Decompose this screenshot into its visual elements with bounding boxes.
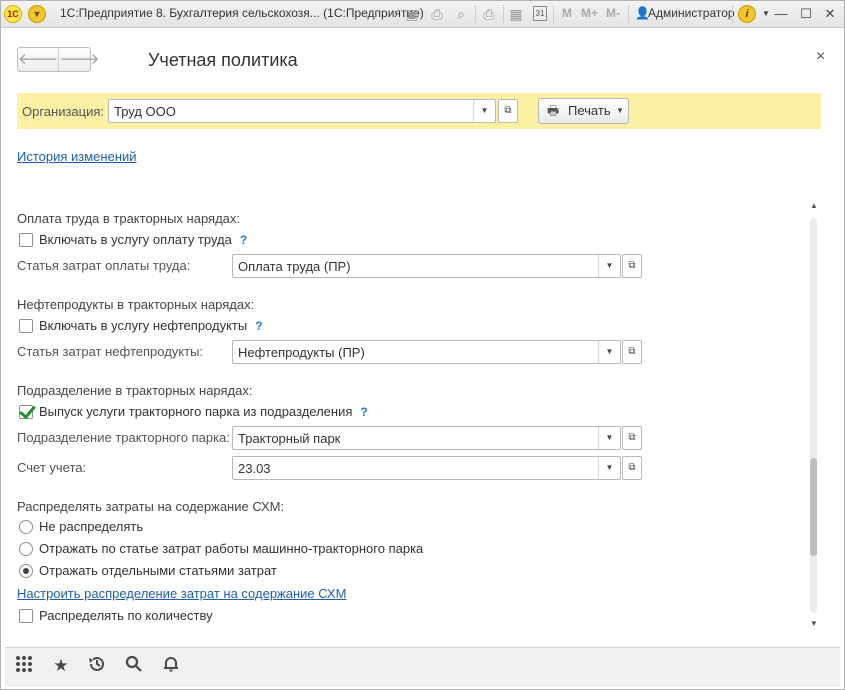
history-icon[interactable]: [86, 655, 108, 677]
toolbar-separator: [628, 5, 629, 23]
radio-separate-cost-items[interactable]: [19, 564, 33, 578]
labor-cost-field[interactable]: Оплата труда (ПР) ▼: [232, 254, 621, 278]
1c-logo-icon: 1С: [4, 5, 22, 23]
open-labor-cost-icon[interactable]: ⧉: [622, 254, 642, 278]
toolbar-separator: [732, 5, 733, 23]
radio-machine-park-cost-label[interactable]: Отражать по статье затрат работы машинно…: [39, 541, 423, 556]
maximize-icon[interactable]: ☐: [797, 5, 815, 23]
account-field[interactable]: 23.03 ▼: [232, 456, 621, 480]
dropdown-arrow-icon[interactable]: ▼: [473, 100, 495, 122]
close-form-icon[interactable]: ×: [816, 48, 825, 66]
radio-no-distribution-label[interactable]: Не распределять: [39, 519, 143, 534]
organization-value: Труд ООО: [114, 104, 176, 119]
search-icon[interactable]: [123, 655, 145, 677]
release-service-text: Выпуск услуги тракторного парка из подра…: [39, 404, 353, 419]
organization-label: Организация:: [22, 104, 105, 119]
memory-mminus-button[interactable]: M-: [606, 6, 620, 20]
toolbar-separator: [553, 5, 554, 23]
app-title: 1С:Предприятие 8. Бухгалтерия сельскохоз…: [60, 6, 424, 20]
favorites-star-icon[interactable]: ★: [50, 655, 72, 677]
toolbar-separator: [503, 5, 504, 23]
memory-mplus-button[interactable]: M+: [581, 6, 598, 20]
labor-group-title: Оплата труда в тракторных нарядах:: [17, 211, 240, 226]
print-label: Печать: [568, 103, 611, 118]
open-account-icon[interactable]: ⧉: [622, 456, 642, 480]
scroll-up-icon[interactable]: ▲: [810, 201, 818, 210]
memory-m-button[interactable]: M: [562, 6, 572, 20]
fuel-cost-value: Нефтепродукты (ПР): [238, 345, 365, 360]
dropdown-arrow-icon[interactable]: ▼: [598, 341, 620, 363]
user-name[interactable]: Администратор: [648, 6, 735, 20]
fuel-cost-field[interactable]: Нефтепродукты (ПР) ▼: [232, 340, 621, 364]
release-service-label[interactable]: Выпуск услуги тракторного парка из подра…: [39, 404, 368, 419]
dropdown-arrow-icon[interactable]: ▼: [598, 255, 620, 277]
park-division-value: Тракторный парк: [238, 431, 341, 446]
calendar-icon[interactable]: 31: [533, 6, 547, 21]
history-link[interactable]: История изменений: [17, 149, 137, 164]
fuel-group-title: Нефтепродукты в тракторных нарядах:: [17, 297, 255, 312]
help-icon[interactable]: ?: [240, 233, 247, 247]
dropdown-arrow-icon[interactable]: ▼: [598, 457, 620, 479]
main-menu-icon[interactable]: ▼: [28, 5, 46, 23]
help-icon[interactable]: ?: [255, 319, 262, 333]
close-icon[interactable]: ✕: [821, 5, 839, 23]
scrollbar-thumb[interactable]: [810, 458, 817, 556]
minimize-icon[interactable]: —: [772, 5, 790, 23]
save-icon[interactable]: ▣: [403, 5, 421, 23]
info-icon[interactable]: i: [738, 5, 756, 23]
account-value: 23.03: [238, 461, 271, 476]
chevron-down-icon: ▼: [616, 106, 624, 115]
navigation-buttons: 🡐 🡒: [17, 47, 99, 72]
radio-machine-park-cost[interactable]: [19, 542, 33, 556]
form-title: Учетная политика: [148, 50, 298, 70]
include-fuel-label[interactable]: Включать в услугу нефтепродукты?: [39, 318, 263, 333]
include-labor-text: Включать в услугу оплату труда: [39, 232, 232, 247]
apps-grid-icon[interactable]: [13, 655, 35, 677]
dropdown-arrow-icon[interactable]: ▼: [598, 427, 620, 449]
release-service-checkbox[interactable]: [19, 405, 33, 419]
labor-cost-label: Статья затрат оплаты труда:: [17, 258, 191, 273]
calculator-icon[interactable]: ▦: [507, 5, 525, 23]
account-label: Счет учета:: [17, 460, 87, 475]
radio-no-distribution[interactable]: [19, 520, 33, 534]
print-icon[interactable]: ⎙: [428, 5, 446, 23]
distribution-group-title: Распределять затраты на содержание СХМ:: [17, 499, 285, 514]
labor-cost-value: Оплата труда (ПР): [238, 259, 351, 274]
open-organization-icon[interactable]: ⧉: [498, 99, 518, 123]
window-title-bar: 1С ▼ 1С:Предприятие 8. Бухгалтерия сельс…: [0, 0, 845, 28]
toolbar-separator: [475, 5, 476, 23]
open-fuel-cost-icon[interactable]: ⧉: [622, 340, 642, 364]
include-fuel-text: Включать в услугу нефтепродукты: [39, 318, 248, 333]
print-alt-icon[interactable]: ⎙: [480, 5, 498, 23]
distribute-by-quantity-checkbox[interactable]: [19, 609, 33, 623]
help-icon[interactable]: ?: [360, 405, 367, 419]
radio-separate-cost-items-label[interactable]: Отражать отдельными статьями затрат: [39, 563, 277, 578]
park-division-label: Подразделение тракторного парка:: [17, 430, 230, 445]
distribute-by-quantity-label[interactable]: Распределять по количеству: [39, 608, 213, 623]
include-fuel-checkbox[interactable]: [19, 319, 33, 333]
scroll-down-icon[interactable]: ▼: [810, 619, 818, 628]
printer-icon: 🖶: [547, 103, 560, 118]
notifications-bell-icon[interactable]: [160, 655, 182, 677]
park-division-field[interactable]: Тракторный парк ▼: [232, 426, 621, 450]
include-labor-label[interactable]: Включать в услугу оплату труда?: [39, 232, 247, 247]
division-group-title: Подразделение в тракторных нарядах:: [17, 383, 253, 398]
organization-field[interactable]: Труд ООО ▼: [108, 99, 496, 123]
open-park-division-icon[interactable]: ⧉: [622, 426, 642, 450]
print-button[interactable]: 🖶 Печать ▼: [538, 98, 629, 124]
back-arrow-icon[interactable]: 🡐: [18, 48, 58, 71]
setup-distribution-link[interactable]: Настроить распределение затрат на содерж…: [17, 586, 346, 601]
preview-icon[interactable]: ⌕: [452, 5, 470, 23]
forward-arrow-icon[interactable]: 🡒: [58, 48, 99, 71]
include-labor-checkbox[interactable]: [19, 233, 33, 247]
fuel-cost-label: Статья затрат нефтепродукты:: [17, 344, 204, 359]
